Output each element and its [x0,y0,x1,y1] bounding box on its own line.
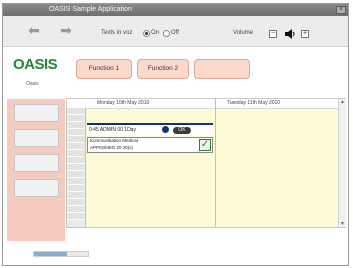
calendar-header: Monday 10th May 2010 Tuesday 11th May 20… [67,99,345,109]
scroll-down-icon[interactable]: ▼ [339,221,346,227]
time-slot[interactable] [68,206,84,213]
appointment-text: 0:45 ADMIN 00 1Day [89,127,136,133]
scroll-up-icon[interactable]: ▲ [339,99,346,105]
appointment-item[interactable]: Kommunikation Medical APP02/MED 20 20(s)… [87,137,213,153]
function-1-button[interactable]: Function 1 [76,59,132,79]
appointment-badge[interactable]: OK [173,127,191,134]
sidebar-tab[interactable] [14,154,59,172]
moon-icon [162,126,169,133]
tts-on-label: On [151,30,160,36]
progress-fill [34,252,68,256]
tts-on-radio[interactable] [143,30,150,37]
time-slot[interactable] [68,115,84,122]
day-divider [215,99,216,227]
close-button[interactable]: × [336,6,346,14]
volume-up-button[interactable]: + [301,30,309,38]
day-header-monday: Monday 10th May 2010 [97,100,150,106]
function-2-button[interactable]: Function 2 [137,59,189,79]
time-slot[interactable] [68,108,84,115]
time-slot[interactable] [68,143,84,150]
appointment-item[interactable]: 0:45 ADMIN 00 1Day OK [87,123,213,136]
time-slot[interactable] [68,122,84,129]
app-window: OASIS Sample Application × ⬅ ➡ Texts in … [2,3,349,266]
forward-arrow-icon[interactable]: ➡ [57,23,75,37]
time-slot[interactable] [68,136,84,143]
back-arrow-icon[interactable]: ⬅ [25,23,43,37]
sidebar-panel [7,99,65,241]
time-slot[interactable] [68,192,84,199]
time-slot[interactable] [68,185,84,192]
sidebar-tab[interactable] [14,129,59,147]
time-column [67,108,86,227]
vertical-scrollbar[interactable]: ▲ ▼ [338,99,346,227]
day-header-tuesday: Tuesday 11th May 2010 [227,100,281,106]
time-slot[interactable] [68,157,84,164]
top-toolbar: ⬅ ➡ Texts in voz On Off Volume − + [3,16,348,47]
tts-off-label: Off [171,30,179,36]
function-3-button[interactable] [194,59,250,79]
calendar-view: Monday 10th May 2010 Tuesday 11th May 20… [66,98,346,228]
window-title: OASIS Sample Application [49,6,132,13]
logo-subtitle: Oasis [26,81,39,87]
time-slot[interactable] [68,129,84,136]
checkmark-icon[interactable]: ✓ [199,139,211,151]
oasis-logo: OASIS Oasis [13,56,58,92]
time-slot[interactable] [68,199,84,206]
sidebar-tab[interactable] [14,104,59,122]
speaker-icon[interactable] [285,29,295,39]
logo-text: OASIS [13,56,58,73]
time-slot[interactable] [68,178,84,185]
time-slot[interactable] [68,150,84,157]
time-slot[interactable] [68,164,84,171]
horizontal-progress-bar[interactable] [33,251,89,257]
volume-label: Volume [233,30,254,36]
tts-label: Texts in voz [101,30,133,36]
appointment-detail: APP02/MED 20 20(s) [90,145,134,150]
time-slot[interactable] [68,213,84,220]
volume-down-button[interactable]: − [269,30,277,38]
appointment-title: Kommunikation Medical [90,138,138,143]
sidebar-tab[interactable] [14,179,59,197]
tts-off-radio[interactable] [163,30,170,37]
title-bar: OASIS Sample Application × [3,4,348,16]
time-slot[interactable] [68,171,84,178]
